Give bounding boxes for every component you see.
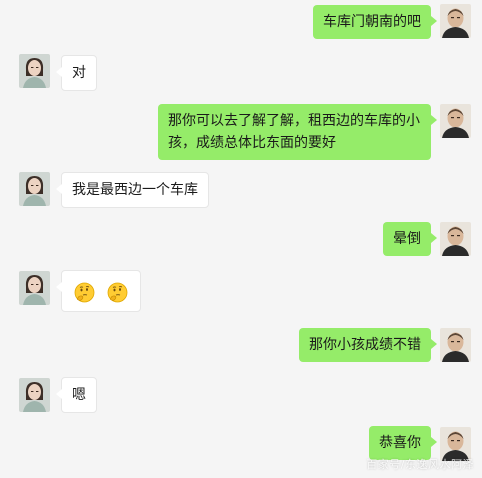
message-text: 那你可以去了解了解，租西边的车库的小孩，成绩总体比东面的要好: [168, 113, 420, 151]
message-text: 那你小孩成绩不错: [309, 337, 421, 353]
thinking-face-icon: [107, 282, 128, 303]
message-text: 恭喜你: [379, 435, 421, 451]
message-bubble-out[interactable]: 晕倒: [383, 222, 437, 256]
message-bubble-in[interactable]: 对: [56, 55, 97, 91]
thinking-face-icon: [74, 282, 95, 303]
message-bubble-in[interactable]: 我是最西边一个车库: [56, 172, 209, 208]
my-avatar[interactable]: [440, 4, 471, 38]
my-avatar[interactable]: [440, 328, 471, 362]
chat-window: 车库门朝南的吧 对 那你可以去了解了解，租西边的车库的小孩，成绩总体比东面的要好…: [0, 0, 482, 478]
contact-avatar[interactable]: [19, 54, 50, 88]
contact-avatar[interactable]: [19, 271, 50, 305]
message-bubble-in[interactable]: [55, 270, 142, 312]
my-avatar[interactable]: [440, 222, 471, 256]
message-text: 车库门朝南的吧: [323, 14, 421, 30]
message-text: 晕倒: [393, 231, 421, 247]
contact-avatar[interactable]: [19, 172, 50, 206]
watermark: 百家号/东逸风水阿泽: [366, 458, 474, 471]
message-bubble-out[interactable]: 恭喜你: [369, 426, 437, 460]
message-text: 我是最西边一个车库: [72, 182, 198, 198]
message-text: 嗯: [72, 387, 86, 403]
message-bubble-out[interactable]: 车库门朝南的吧: [313, 5, 437, 39]
message-text: 对: [72, 65, 86, 81]
message-bubble-out[interactable]: 那你小孩成绩不错: [299, 328, 437, 362]
my-avatar[interactable]: [440, 104, 471, 138]
message-bubble-out[interactable]: 那你可以去了解了解，租西边的车库的小孩，成绩总体比东面的要好: [158, 104, 437, 160]
contact-avatar[interactable]: [19, 378, 50, 412]
message-bubble-in[interactable]: 嗯: [56, 377, 97, 413]
